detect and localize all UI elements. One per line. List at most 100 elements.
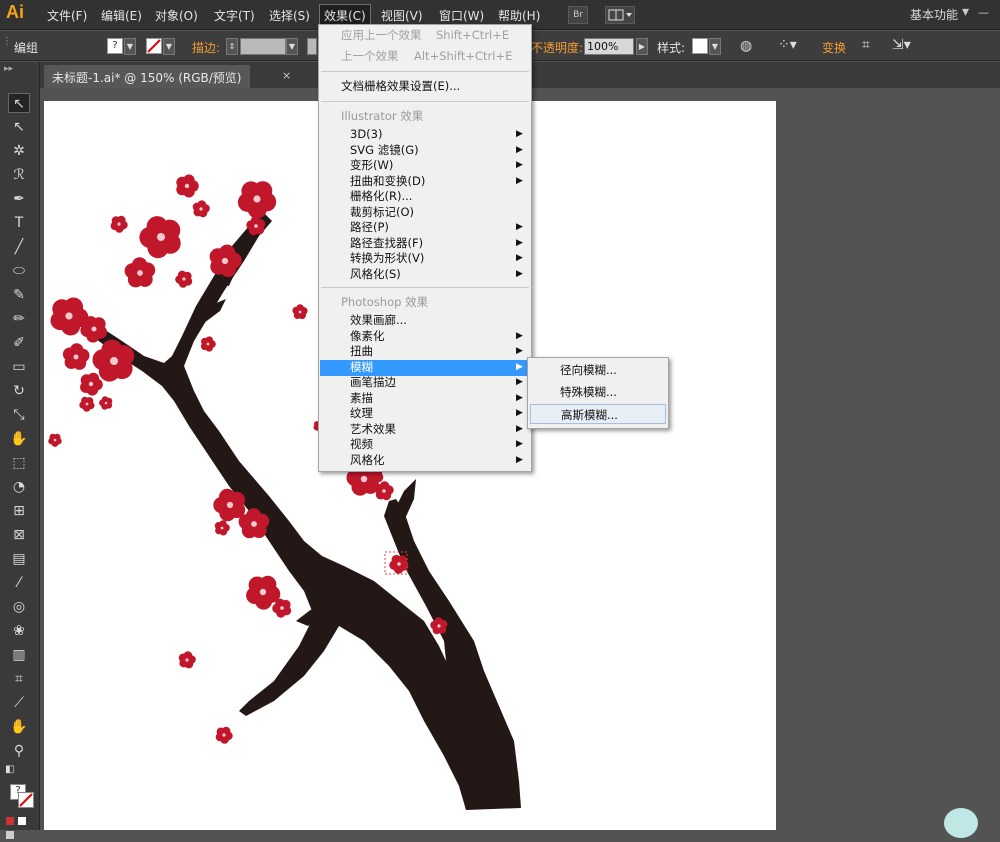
minimize-icon[interactable]: ▾ bbox=[962, 4, 969, 20]
effect-menu: 应用上一个效果 Shift+Ctrl+E 上一个效果 Alt+Shift+Ctr… bbox=[318, 24, 532, 472]
ps-brush-strokes-item[interactable]: 画笔描边 ▶ bbox=[320, 375, 530, 391]
type-tool-icon[interactable]: T bbox=[8, 213, 30, 233]
effect-distort-transform-item[interactable]: 扭曲和变换(D) ▶ bbox=[320, 174, 530, 190]
bridge-button[interactable]: Br bbox=[568, 6, 588, 24]
artboard-tool-icon[interactable]: ⌗ bbox=[8, 669, 30, 689]
menu-select[interactable]: 选择(S) bbox=[269, 7, 310, 24]
scale-tool-icon[interactable]: ⤡ bbox=[8, 405, 30, 425]
ps-distort-item[interactable]: 扭曲 ▶ bbox=[320, 344, 530, 360]
stroke-weight-stepper[interactable]: ⇕ bbox=[226, 38, 238, 55]
opacity-dropdown[interactable]: ▶ bbox=[636, 38, 648, 55]
workspace-switcher[interactable]: 基本功能 bbox=[910, 6, 958, 23]
gradient-tool-icon[interactable]: ▤ bbox=[8, 549, 30, 569]
stroke-dropdown[interactable]: ▼ bbox=[163, 38, 175, 55]
rotate-tool-icon[interactable]: ↻ bbox=[8, 381, 30, 401]
default-colors-icon[interactable]: ◧ bbox=[5, 764, 19, 776]
column-graph-tool-icon[interactable]: ▥ bbox=[8, 645, 30, 665]
collapse-panel-icon[interactable]: ▸▸ bbox=[4, 64, 13, 74]
panel-menu-icon[interactable]: ⇲▾ bbox=[892, 37, 911, 53]
direct-selection-tool-icon[interactable]: ↖ bbox=[8, 117, 30, 137]
warp-tool-icon[interactable]: ✋ bbox=[8, 429, 30, 449]
ps-effect-gallery-item[interactable]: 效果画廊... bbox=[320, 313, 530, 329]
selection-tool-icon[interactable]: ↖ bbox=[8, 93, 30, 113]
hand-tool-icon[interactable]: ✋ bbox=[8, 717, 30, 737]
effect-3d-item[interactable]: 3D(3) ▶ bbox=[320, 127, 530, 143]
menu-view[interactable]: 视图(V) bbox=[381, 7, 423, 24]
stroke-swatch[interactable] bbox=[146, 38, 162, 54]
fill-dropdown[interactable]: ▼ bbox=[124, 38, 136, 55]
radial-blur-item[interactable]: 径向模糊... bbox=[530, 360, 666, 380]
paintbrush-tool-icon[interactable]: ✎ bbox=[8, 285, 30, 305]
document-tab[interactable]: 未标题-1.ai* @ 150% (RGB/预览) bbox=[44, 65, 250, 88]
ps-pixelate-item[interactable]: 像素化 ▶ bbox=[320, 329, 530, 345]
slice-tool-icon[interactable]: ⟋ bbox=[8, 693, 30, 713]
free-transform-tool-icon[interactable]: ⬚ bbox=[8, 453, 30, 473]
ps-blur-item[interactable]: 模糊 ▶ bbox=[320, 360, 530, 376]
arrange-documents-button[interactable] bbox=[605, 6, 635, 24]
effect-warp-item[interactable]: 变形(W) ▶ bbox=[320, 158, 530, 174]
shape-builder-tool-icon[interactable]: ◔ bbox=[8, 477, 30, 497]
opacity-field[interactable]: 100% bbox=[584, 38, 634, 55]
menu-file[interactable]: 文件(F) bbox=[47, 7, 87, 24]
ellipse-tool-icon[interactable]: ⬭ bbox=[8, 261, 30, 281]
effect-path-item[interactable]: 路径(P) ▶ bbox=[320, 220, 530, 236]
stroke-color-icon[interactable] bbox=[18, 792, 34, 808]
blend-tool-icon[interactable]: ◎ bbox=[8, 597, 30, 617]
blob-brush-tool-icon[interactable]: ✐ bbox=[8, 333, 30, 353]
color-mode-icons[interactable] bbox=[6, 814, 36, 839]
stroke-label[interactable]: 描边: bbox=[192, 39, 220, 56]
effect-svg-filter-item[interactable]: SVG 滤镜(G) ▶ bbox=[320, 143, 530, 159]
menu-edit[interactable]: 编辑(E) bbox=[101, 7, 142, 24]
style-swatch[interactable] bbox=[692, 38, 708, 54]
transform-label[interactable]: 变换 bbox=[822, 39, 846, 56]
ps-texture-item[interactable]: 纹理 ▶ bbox=[320, 406, 530, 422]
smart-blur-item[interactable]: 特殊模糊... bbox=[530, 382, 666, 402]
recolor-icon[interactable]: ◍ bbox=[740, 38, 752, 54]
magic-wand-tool-icon[interactable]: ✲ bbox=[8, 141, 30, 161]
zoom-tool-icon[interactable]: ⚲ bbox=[8, 741, 30, 761]
blossom-flower bbox=[389, 554, 409, 574]
menu-window[interactable]: 窗口(W) bbox=[439, 7, 484, 24]
symbol-sprayer-tool-icon[interactable]: ❀ bbox=[8, 621, 30, 641]
effect-stylize-item[interactable]: 风格化(S) ▶ bbox=[320, 267, 530, 283]
lasso-tool-icon[interactable]: ℛ bbox=[8, 165, 30, 185]
effect-convert-shape-item[interactable]: 转换为形状(V) ▶ bbox=[320, 251, 530, 267]
fill-swatch[interactable]: ? bbox=[107, 38, 123, 54]
window-min-icon[interactable]: — bbox=[978, 6, 989, 19]
isolate-group-icon[interactable]: ⌗ bbox=[862, 37, 870, 53]
blossom-flower bbox=[178, 651, 196, 669]
effect-rasterize-item[interactable]: 栅格化(R)... bbox=[320, 189, 530, 205]
close-tab-icon[interactable]: × bbox=[282, 69, 291, 82]
stroke-weight-dropdown[interactable]: ▼ bbox=[286, 38, 298, 55]
apply-last-effect-item[interactable]: 应用上一个效果 Shift+Ctrl+E bbox=[320, 28, 530, 44]
none-stroke-icon bbox=[147, 39, 161, 53]
menu-separator bbox=[321, 101, 529, 102]
opacity-label[interactable]: 不透明度: bbox=[531, 39, 583, 56]
blossom-flower bbox=[110, 215, 128, 233]
blossom-flower bbox=[213, 488, 246, 522]
pencil-tool-icon[interactable]: ✏ bbox=[8, 309, 30, 329]
ps-video-item[interactable]: 视频 ▶ bbox=[320, 437, 530, 453]
last-effect-item[interactable]: 上一个效果 Alt+Shift+Ctrl+E bbox=[320, 49, 530, 65]
menu-object[interactable]: 对象(O) bbox=[155, 7, 198, 24]
effect-pathfinder-item[interactable]: 路径查找器(F) ▶ bbox=[320, 236, 530, 252]
blossom-flower bbox=[99, 396, 113, 410]
eyedropper-tool-icon[interactable]: ⁄ bbox=[8, 573, 30, 593]
gaussian-blur-item[interactable]: 高斯模糊... bbox=[530, 404, 666, 424]
style-dropdown[interactable]: ▼ bbox=[709, 38, 721, 55]
perspective-grid-tool-icon[interactable]: ⊞ bbox=[8, 501, 30, 521]
line-tool-icon[interactable]: ╱ bbox=[8, 237, 30, 257]
eraser-tool-icon[interactable]: ▭ bbox=[8, 357, 30, 377]
align-to-icon[interactable]: ⁘▾ bbox=[778, 37, 797, 53]
ps-sketch-item[interactable]: 素描 ▶ bbox=[320, 391, 530, 407]
pen-tool-icon[interactable]: ✒ bbox=[8, 189, 30, 209]
menu-help[interactable]: 帮助(H) bbox=[498, 7, 540, 24]
raster-settings-item[interactable]: 文档栅格效果设置(E)... bbox=[320, 79, 530, 95]
ps-artistic-item[interactable]: 艺术效果 ▶ bbox=[320, 422, 530, 438]
menu-type[interactable]: 文字(T) bbox=[214, 7, 255, 24]
effect-crop-marks-item[interactable]: 裁剪标记(O) bbox=[320, 205, 530, 221]
ps-stylize-item[interactable]: 风格化 ▶ bbox=[320, 453, 530, 469]
stroke-weight-field[interactable] bbox=[240, 38, 286, 55]
mesh-tool-icon[interactable]: ⊠ bbox=[8, 525, 30, 545]
variable-width-field[interactable] bbox=[307, 38, 317, 55]
